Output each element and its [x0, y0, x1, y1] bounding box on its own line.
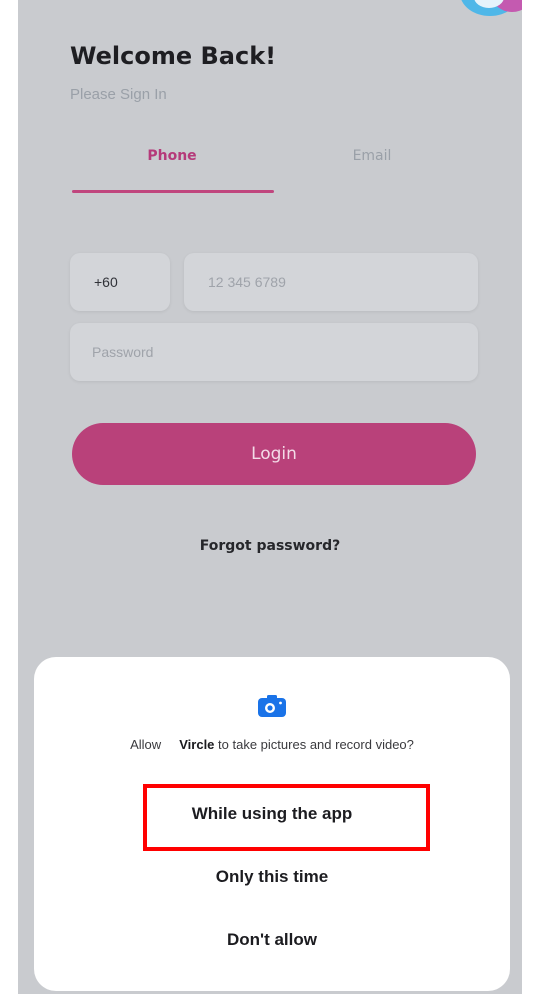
forgot-password-link[interactable]: Forgot password? — [18, 538, 522, 554]
password-input[interactable]: Password — [70, 323, 478, 381]
only-this-time-button[interactable]: Only this time — [34, 867, 510, 887]
page-title: Welcome Back! — [70, 42, 277, 70]
message-prefix: Allow — [130, 737, 162, 752]
phone-input[interactable]: 12 345 6789 — [184, 253, 478, 311]
camera-icon — [258, 695, 286, 717]
country-code-select[interactable]: +60 — [70, 253, 170, 311]
page-subtitle: Please Sign In — [70, 86, 167, 103]
tab-email[interactable]: Email — [272, 148, 472, 164]
permission-message: Allow Vircle to take pictures and record… — [34, 737, 510, 752]
active-tab-indicator — [72, 190, 274, 193]
tab-phone[interactable]: Phone — [72, 148, 272, 164]
message-suffix: to take pictures and record video? — [218, 737, 414, 752]
dont-allow-button[interactable]: Don't allow — [34, 930, 510, 950]
app-name: Vircle — [179, 737, 215, 752]
highlight-box — [143, 784, 430, 851]
decorative-graphic — [448, 0, 522, 22]
login-button[interactable]: Login — [72, 423, 476, 485]
